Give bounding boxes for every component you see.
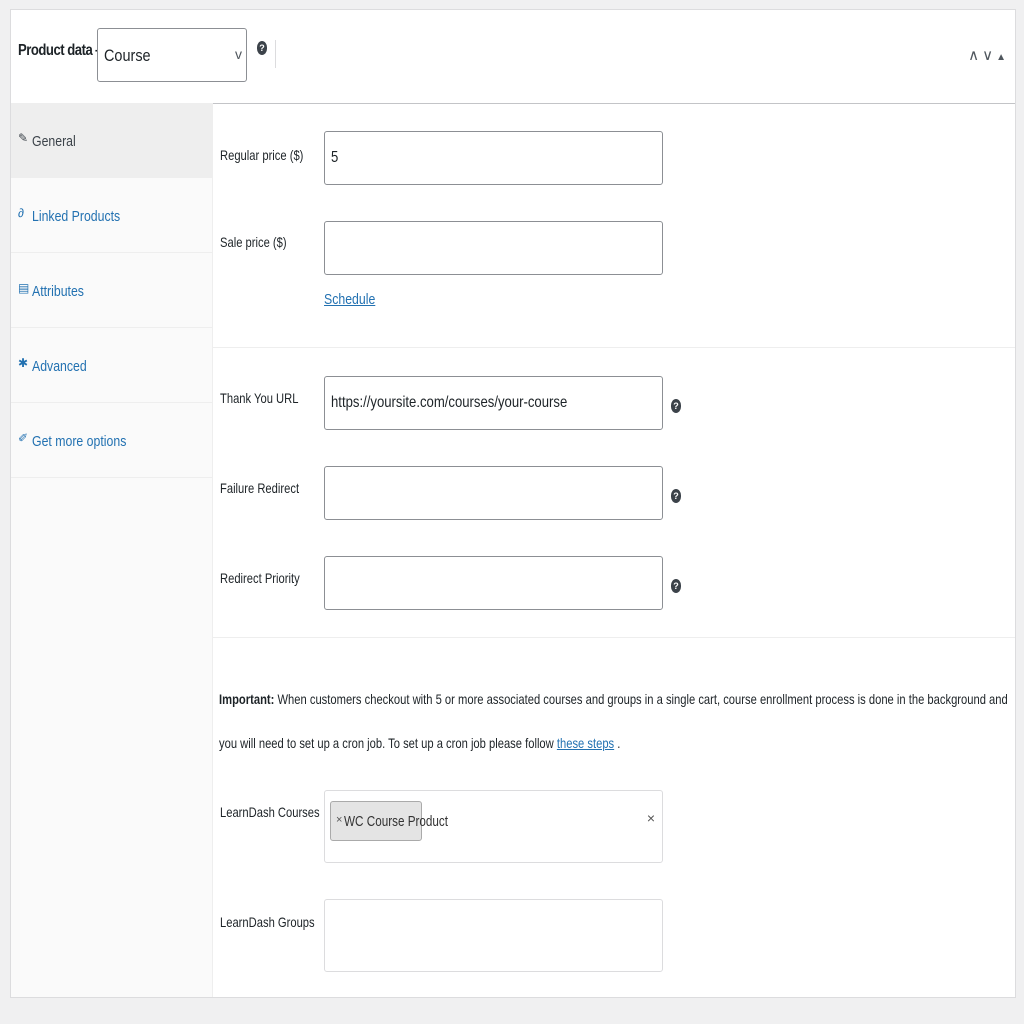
- notice-strong: Important:: [219, 691, 275, 707]
- thank-you-url-label: Thank You URL: [220, 390, 299, 406]
- selected-course-chip: × WC Course Product: [330, 801, 448, 841]
- remove-chip-icon[interactable]: ×: [336, 814, 342, 826]
- tab-label: Attributes: [32, 283, 84, 300]
- regular-price-input[interactable]: 5: [324, 131, 663, 185]
- help-icon[interactable]: ?: [671, 579, 681, 593]
- panel-controls: ∧∨▲: [968, 46, 1009, 64]
- notice-end: .: [614, 735, 621, 751]
- cron-notice: Important: When customers checkout with …: [219, 677, 1011, 765]
- tab-label: Linked Products: [32, 208, 121, 225]
- help-icon[interactable]: ?: [671, 399, 681, 413]
- clear-selection-icon[interactable]: ×: [647, 810, 655, 826]
- wrench-icon: ✎: [18, 131, 29, 145]
- section-divider: [212, 637, 1015, 638]
- header-divider: [275, 40, 276, 68]
- learndash-groups-label: LearnDash Groups: [220, 914, 315, 930]
- chevron-down-icon: v: [235, 46, 242, 62]
- learndash-groups-select[interactable]: [324, 899, 663, 972]
- move-down-icon[interactable]: ∨: [982, 47, 996, 64]
- thank-you-url-value: https://yoursite.com/courses/your-course: [331, 394, 568, 411]
- help-icon[interactable]: ?: [257, 41, 267, 55]
- regular-price-label: Regular price ($): [220, 147, 304, 163]
- tab-linked-products[interactable]: ∂ Linked Products: [11, 178, 212, 253]
- panel-header: Product data — Course v ? ∧∨▲: [11, 10, 1015, 104]
- failure-redirect-input[interactable]: [324, 466, 663, 520]
- redirect-priority-label: Redirect Priority: [220, 570, 300, 586]
- product-data-panel: Product data — Course v ? ∧∨▲ ✎ General …: [10, 9, 1016, 998]
- section-divider: [212, 347, 1015, 348]
- redirect-priority-input[interactable]: [324, 556, 663, 610]
- gear-icon: ✱: [18, 356, 29, 370]
- product-data-tabs: ✎ General ∂ Linked Products ▤ Attributes…: [11, 103, 213, 997]
- selected-course-label: WC Course Product: [344, 813, 449, 830]
- learndash-courses-select[interactable]: × WC Course Product ×: [324, 790, 663, 863]
- these-steps-link[interactable]: these steps: [557, 735, 614, 751]
- learndash-courses-label: LearnDash Courses: [220, 804, 320, 820]
- failure-redirect-label: Failure Redirect: [220, 480, 300, 496]
- panel-title: Product data —: [18, 42, 109, 59]
- product-type-value: Course: [104, 46, 151, 65]
- toggle-panel-icon[interactable]: ▲: [996, 52, 1009, 63]
- general-tab-content: Regular price ($) 5 Sale price ($) Sched…: [212, 103, 1015, 997]
- tab-label: General: [32, 133, 76, 150]
- plugin-icon: ✐: [18, 431, 29, 445]
- move-up-icon[interactable]: ∧: [968, 47, 982, 64]
- sale-price-label: Sale price ($): [220, 234, 287, 250]
- schedule-link[interactable]: Schedule: [324, 291, 375, 308]
- tab-attributes[interactable]: ▤ Attributes: [11, 253, 212, 328]
- regular-price-value: 5: [331, 149, 339, 166]
- thank-you-url-input[interactable]: https://yoursite.com/courses/your-course: [324, 376, 663, 430]
- tab-get-more-options[interactable]: ✐ Get more options: [11, 403, 212, 478]
- sale-price-input[interactable]: [324, 221, 663, 275]
- help-icon[interactable]: ?: [671, 489, 681, 503]
- tab-label: Get more options: [32, 433, 127, 450]
- tab-general[interactable]: ✎ General: [11, 103, 212, 178]
- list-icon: ▤: [18, 281, 30, 295]
- tab-label: Advanced: [32, 358, 87, 375]
- product-type-select[interactable]: Course v: [97, 28, 247, 82]
- link-icon: ∂: [18, 206, 24, 220]
- tab-advanced[interactable]: ✱ Advanced: [11, 328, 212, 403]
